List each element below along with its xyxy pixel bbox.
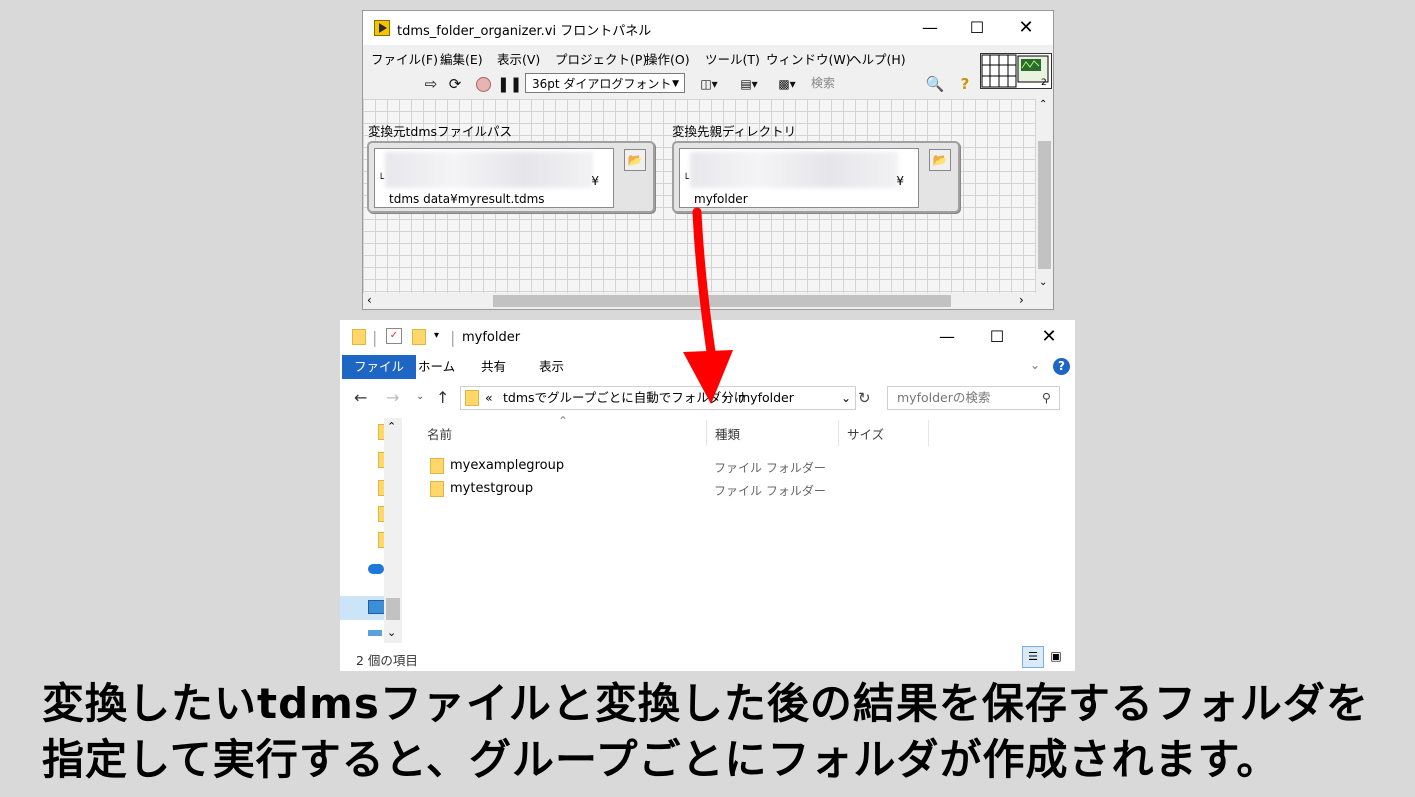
caption-line-2: 指定して実行すると、グループごとにフォルダが作成されます。 [42,735,1280,784]
caption: 変換したいtdmsファイルと変換した後の結果を保存するフォルダを 指定して実行す… [42,676,1382,788]
caption-line-1: 変換したいtdmsファイルと変換した後の結果を保存するフォルダを [42,679,1369,728]
